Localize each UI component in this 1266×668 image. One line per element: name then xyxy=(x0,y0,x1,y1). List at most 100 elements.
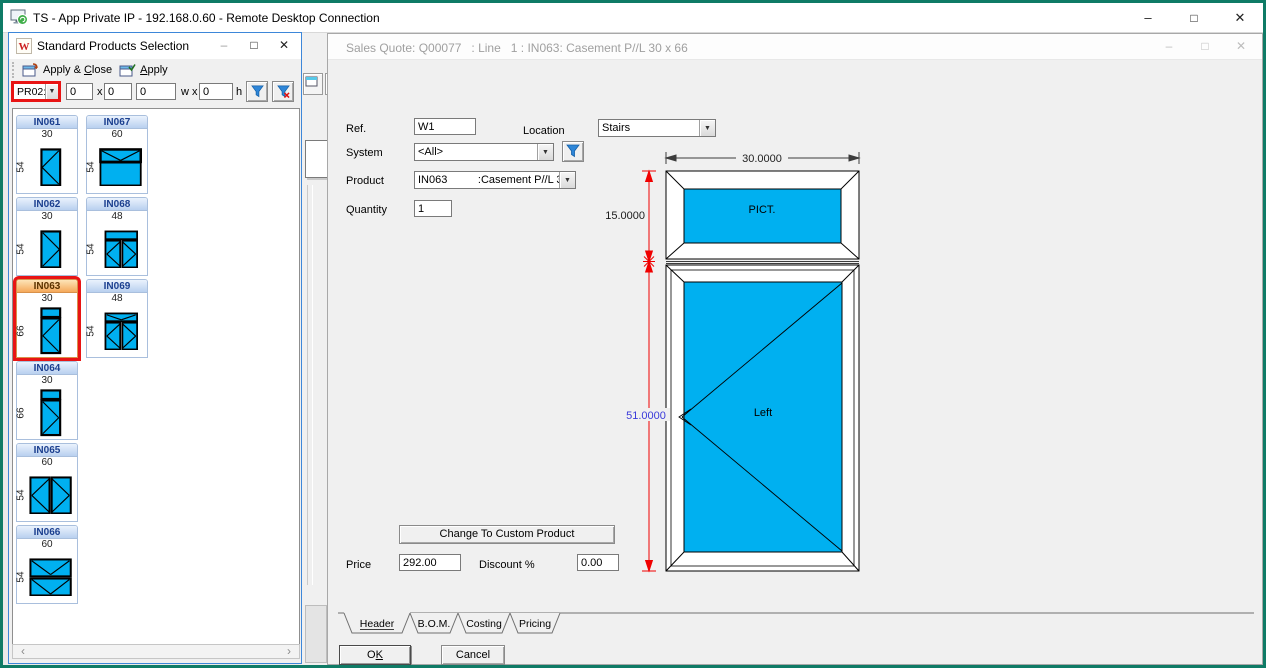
product-code: IN064 xyxy=(17,362,77,375)
wx-label: w x xyxy=(181,86,198,98)
main-titlebar: TS - App Private IP - 192.168.0.60 - Rem… xyxy=(3,3,1263,33)
product-preview: 54 xyxy=(87,306,147,356)
tab-bom-label[interactable]: B.O.M. xyxy=(418,618,451,630)
tab-costing-label[interactable]: Costing xyxy=(466,618,502,630)
product-preview: 54 xyxy=(87,224,147,274)
product-height: 54 xyxy=(16,242,27,256)
product-width: 30 xyxy=(17,375,77,387)
product-height: 54 xyxy=(16,570,27,584)
price-label: Price xyxy=(346,559,371,571)
background-toolbar-icon xyxy=(303,73,323,95)
change-to-custom-product-button[interactable]: Change To Custom Product xyxy=(399,525,615,544)
tab-strip: Header B.O.M. Costing Pricing xyxy=(338,612,1254,636)
filter-funnel-icon xyxy=(251,85,264,98)
system-dropdown[interactable]: <All> ▼ xyxy=(414,143,554,161)
tab-header-label[interactable]: Header xyxy=(360,618,395,630)
standard-products-dialog: W Standard Products Selection – □ ✕ Appl… xyxy=(8,32,302,664)
profile-dropdown[interactable]: PR02: ▼ xyxy=(11,81,61,102)
discount-label: Discount % xyxy=(479,559,535,571)
product-thumbnail-icon xyxy=(40,389,62,437)
product-card-in067[interactable]: IN0676054 xyxy=(86,115,148,194)
product-card-in063[interactable]: IN0633066 xyxy=(16,279,78,358)
scroll-right-arrow[interactable]: › xyxy=(281,645,297,658)
product-card-in068[interactable]: IN0684854 xyxy=(86,197,148,276)
product-width: 60 xyxy=(17,539,77,551)
filter-height1-input[interactable] xyxy=(136,83,176,100)
x-label: x xyxy=(97,86,103,98)
remote-desktop-screen: TS - App Private IP - 192.168.0.60 - Rem… xyxy=(0,0,1266,668)
rdp-icon xyxy=(10,9,28,31)
product-height: 54 xyxy=(86,242,97,256)
maximize-button[interactable]: □ xyxy=(239,33,269,58)
close-button[interactable]: ✕ xyxy=(1224,34,1258,59)
product-list: IN0613054IN0623054IN0633066IN0643066IN06… xyxy=(12,108,300,646)
product-height: 54 xyxy=(86,160,97,174)
product-dropdown[interactable]: IN063 :Casement P//L 30 ▼ xyxy=(414,171,576,189)
product-preview: 54 xyxy=(17,142,77,192)
product-card-in065[interactable]: IN0656054 xyxy=(16,443,78,522)
sales-quote-title: Sales Quote: Q00077 : Line 1 : IN063: Ca… xyxy=(346,41,688,55)
product-card-in064[interactable]: IN0643066 xyxy=(16,361,78,440)
filter-height2-input[interactable] xyxy=(199,83,233,100)
chevron-down-icon[interactable]: ▼ xyxy=(699,120,715,136)
discount-input[interactable] xyxy=(577,554,619,571)
location-dropdown[interactable]: Stairs ▼ xyxy=(598,119,716,137)
price-input[interactable] xyxy=(399,554,461,571)
location-label: Location xyxy=(523,125,565,137)
product-thumbnail-icon xyxy=(104,230,139,269)
product-thumbnail-icon xyxy=(29,476,72,515)
product-card-in061[interactable]: IN0613054 xyxy=(16,115,78,194)
apply-button[interactable]: Apply xyxy=(117,61,173,79)
scroll-left-arrow[interactable]: ‹ xyxy=(15,645,31,658)
product-thumbnail-icon xyxy=(99,148,142,187)
tab-pricing-label[interactable]: Pricing xyxy=(519,618,551,630)
chevron-down-icon[interactable]: ▼ xyxy=(559,172,575,188)
product-width: 60 xyxy=(87,129,147,141)
product-code: IN065 xyxy=(17,444,77,457)
ref-label: Ref. xyxy=(346,123,366,135)
close-button[interactable]: ✕ xyxy=(269,33,299,58)
chevron-down-icon[interactable]: ▼ xyxy=(45,84,58,99)
product-width: 30 xyxy=(17,129,77,141)
top-height-dimension: 15.0000 xyxy=(605,210,645,222)
minimize-button[interactable]: – xyxy=(1125,3,1171,33)
svg-text:W: W xyxy=(19,41,30,53)
apply-close-button[interactable]: Apply & Close xyxy=(20,61,117,79)
product-height: 54 xyxy=(86,324,97,338)
product-column-2: IN0676054IN0684854IN0694854 xyxy=(86,115,148,358)
product-width: 30 xyxy=(17,211,77,223)
chevron-down-icon[interactable]: ▼ xyxy=(537,144,553,160)
product-card-in062[interactable]: IN0623054 xyxy=(16,197,78,276)
ok-button[interactable]: OK xyxy=(339,645,411,665)
product-thumbnail-icon xyxy=(40,307,62,355)
product-thumbnail-icon xyxy=(29,558,72,597)
product-height: 66 xyxy=(16,324,27,338)
system-filter-button[interactable] xyxy=(562,141,584,162)
minimize-button[interactable]: – xyxy=(1152,34,1186,59)
filter-width1-input[interactable] xyxy=(66,83,93,100)
sales-quote-window: Sales Quote: Q00077 : Line 1 : IN063: Ca… xyxy=(327,33,1263,665)
cancel-button[interactable]: Cancel xyxy=(441,645,505,665)
sash-label: Left xyxy=(754,407,772,419)
product-preview: 54 xyxy=(17,470,77,520)
ref-input[interactable] xyxy=(414,118,476,135)
quantity-input[interactable] xyxy=(414,200,452,217)
product-code: IN063 xyxy=(17,280,77,293)
minimize-button[interactable]: – xyxy=(209,33,239,58)
product-card-in069[interactable]: IN0694854 xyxy=(86,279,148,358)
apply-filter-button[interactable] xyxy=(246,81,268,102)
maximize-button[interactable]: □ xyxy=(1188,34,1222,59)
horizontal-scrollbar[interactable]: ‹ › xyxy=(12,644,300,659)
maximize-button[interactable]: □ xyxy=(1171,3,1217,33)
product-card-in066[interactable]: IN0666054 xyxy=(16,525,78,604)
close-button[interactable]: ✕ xyxy=(1217,3,1263,33)
product-code: IN061 xyxy=(17,116,77,129)
apply-close-icon xyxy=(22,63,39,77)
filter-width2-input[interactable] xyxy=(104,83,132,100)
clear-filter-button[interactable] xyxy=(272,81,294,102)
background-panel-edge xyxy=(307,185,313,585)
sales-quote-titlebar: Sales Quote: Q00077 : Line 1 : IN063: Ca… xyxy=(328,34,1262,60)
background-scrollbar xyxy=(305,605,327,663)
product-thumbnail-icon xyxy=(40,230,62,269)
quantity-label: Quantity xyxy=(346,204,387,216)
